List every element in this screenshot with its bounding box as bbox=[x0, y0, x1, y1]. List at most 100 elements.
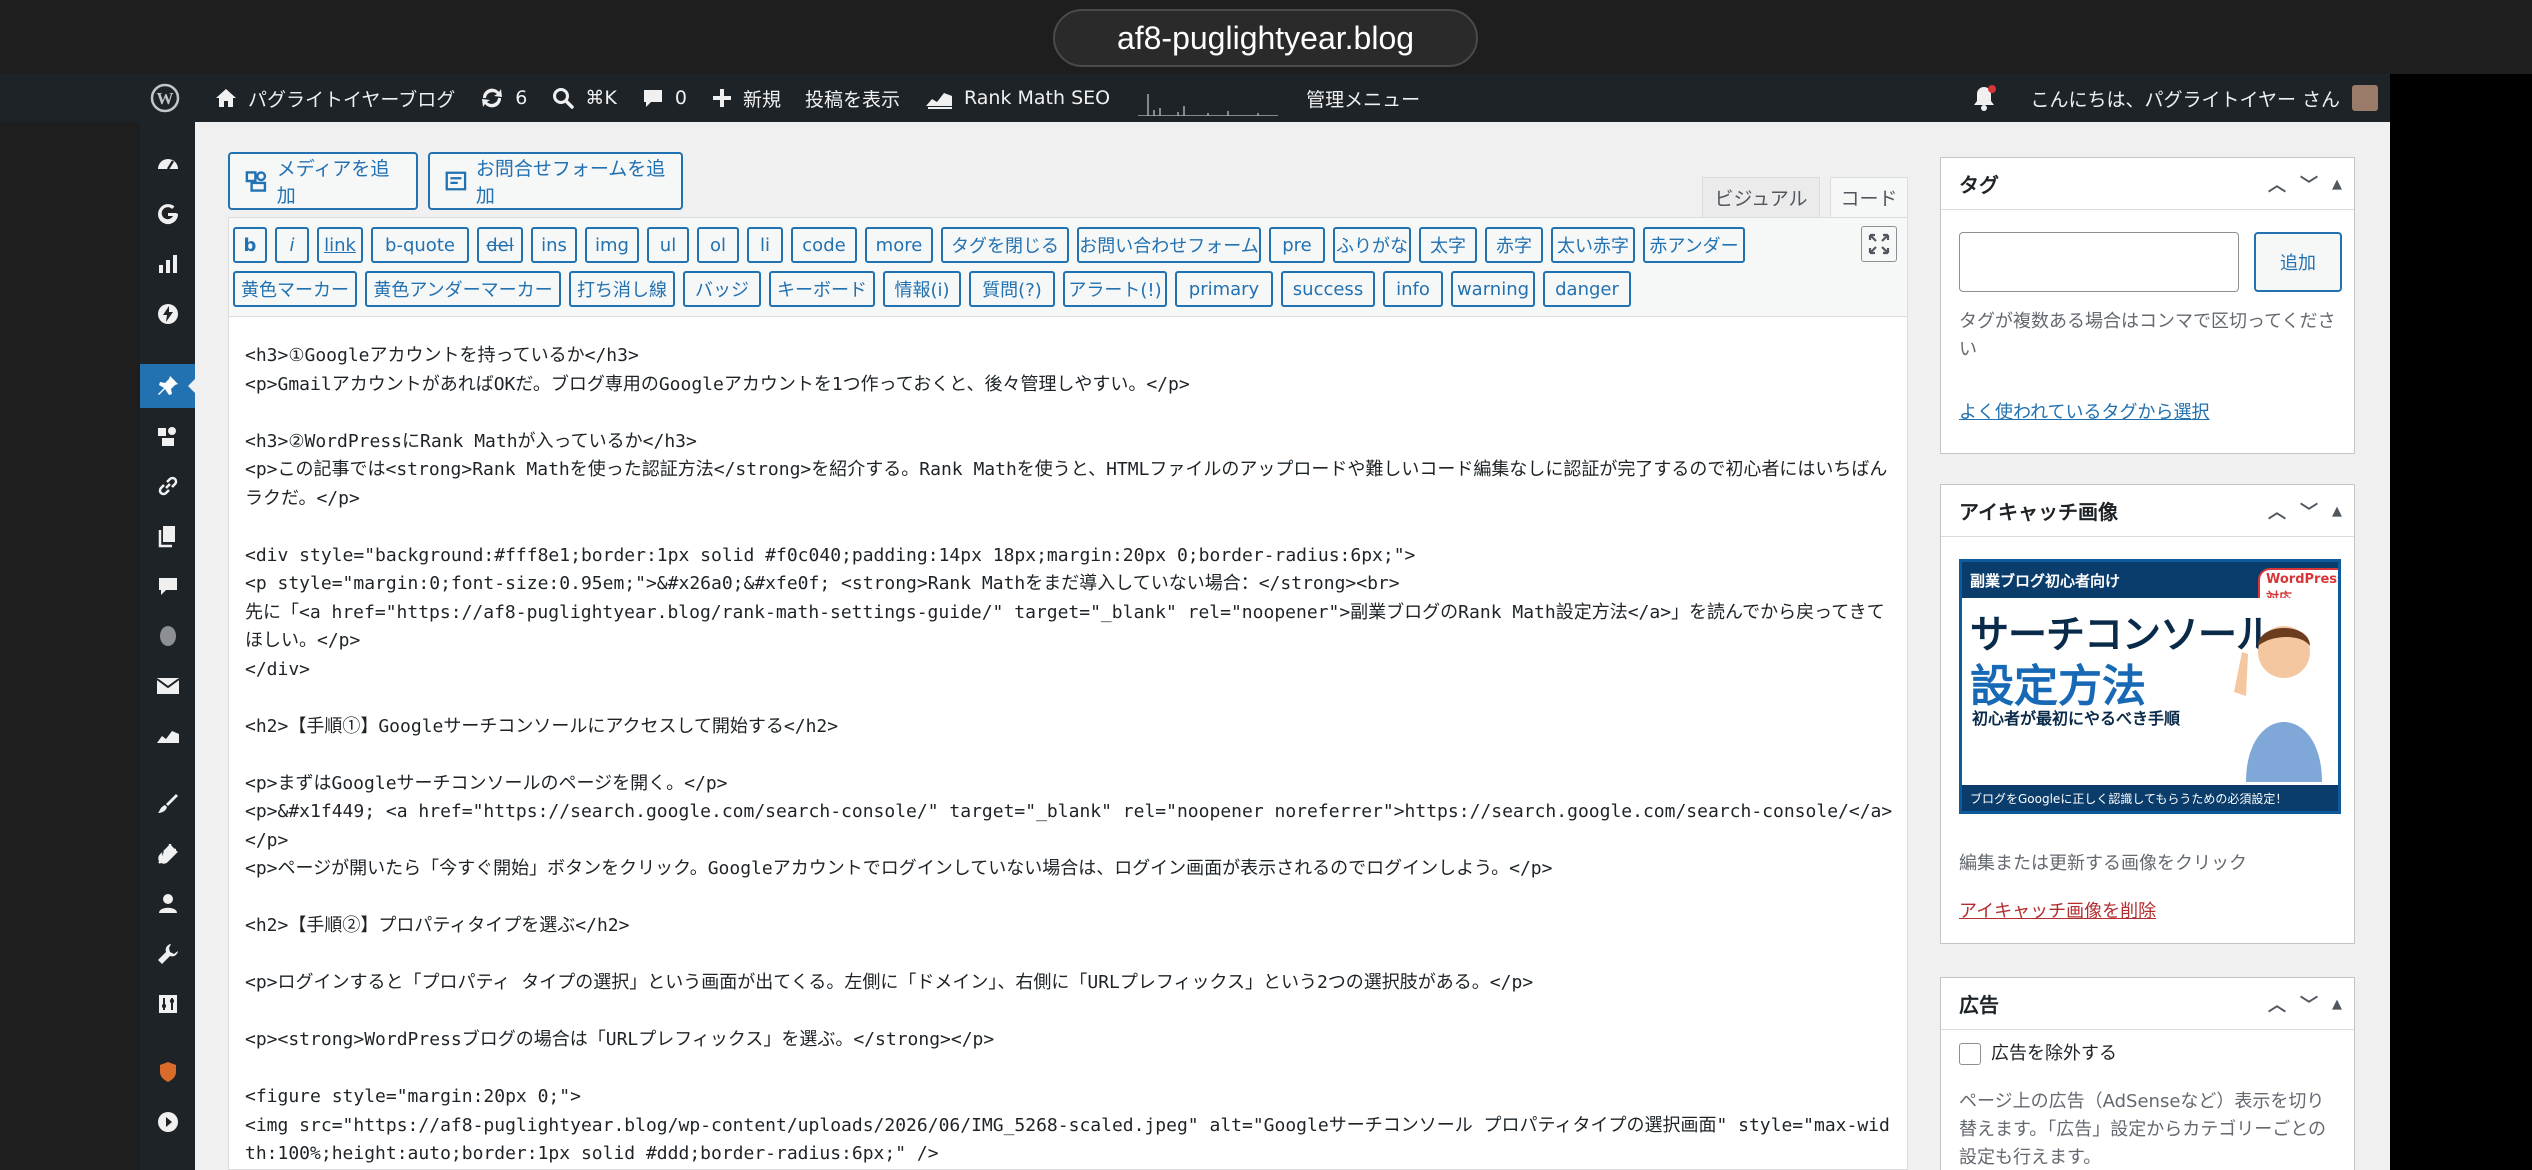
add-contact-form-button[interactable]: お問合せフォームを追加 bbox=[428, 152, 683, 210]
sidebar-item-posts[interactable] bbox=[140, 364, 196, 408]
sidebar-item-links[interactable] bbox=[140, 464, 195, 508]
quicktag-button[interactable]: ふりがな bbox=[1333, 227, 1411, 263]
sidebar-item-performance[interactable] bbox=[140, 292, 195, 336]
collapse-triangle-icon[interactable]: ▲ bbox=[2332, 504, 2342, 519]
post-html-content: <h3>①Googleアカウントを持っているか</h3> <p>Gmailアカウ… bbox=[245, 345, 1893, 1164]
quicktag-button[interactable]: 黄色マーカー bbox=[233, 271, 357, 307]
pin-icon bbox=[157, 376, 178, 395]
notifications-button[interactable] bbox=[1959, 74, 2019, 122]
collapse-triangle-icon[interactable]: ▲ bbox=[2332, 177, 2342, 192]
quicktag-button[interactable]: code bbox=[791, 227, 857, 263]
avatar bbox=[2352, 85, 2378, 111]
sidebar-item-plugins[interactable] bbox=[140, 832, 195, 876]
move-up-icon[interactable]: ︿ bbox=[2268, 991, 2286, 1017]
view-post-link[interactable]: 投稿を表示 bbox=[793, 74, 912, 122]
quicktag-button[interactable]: 赤アンダー bbox=[1643, 227, 1745, 263]
sidebar-item-comments[interactable] bbox=[140, 564, 195, 608]
fullscreen-button[interactable] bbox=[1861, 226, 1897, 262]
quicktag-button[interactable]: i bbox=[275, 227, 309, 263]
move-down-icon[interactable]: ﹀ bbox=[2300, 991, 2318, 1017]
person-illustration-icon bbox=[2234, 626, 2322, 782]
quicktag-button[interactable]: warning bbox=[1451, 271, 1535, 307]
quicktag-button[interactable]: 情報(i) bbox=[883, 271, 961, 307]
refresh-icon bbox=[482, 88, 503, 108]
quicktag-button[interactable]: b-quote bbox=[371, 227, 469, 263]
sidebar-item-settings[interactable] bbox=[140, 982, 195, 1026]
quicktag-button[interactable]: ins bbox=[531, 227, 577, 263]
sidebar-item-users[interactable] bbox=[140, 882, 195, 926]
updates-link[interactable]: 6 bbox=[467, 74, 539, 122]
quicktag-button[interactable]: img bbox=[585, 227, 639, 263]
comments-link[interactable]: 0 bbox=[629, 74, 699, 122]
quicktag-button[interactable]: b bbox=[233, 227, 267, 263]
quicktag-button[interactable]: success bbox=[1281, 271, 1375, 307]
move-down-icon[interactable]: ﹀ bbox=[2300, 171, 2318, 197]
tag-input[interactable] bbox=[1959, 232, 2239, 292]
move-up-icon[interactable]: ︿ bbox=[2268, 498, 2286, 524]
quicktag-button[interactable]: pre bbox=[1269, 227, 1325, 263]
site-name-link[interactable]: パグライトイヤーブログ bbox=[202, 74, 467, 122]
quicktag-button[interactable]: バッジ bbox=[683, 271, 761, 307]
sidebar-item-mail[interactable] bbox=[140, 664, 195, 708]
sidebar-item-tools[interactable] bbox=[140, 932, 195, 976]
sidebar-item-rank-math[interactable] bbox=[140, 714, 195, 758]
sidebar-item-dashboard[interactable] bbox=[140, 142, 195, 186]
user-account-link[interactable]: こんにちは、パグライトイヤー さん bbox=[2019, 74, 2390, 122]
sidebar-item-pages[interactable] bbox=[140, 514, 195, 558]
quicktag-button[interactable]: info bbox=[1383, 271, 1443, 307]
tag-add-button[interactable]: 追加 bbox=[2254, 232, 2342, 292]
quicktag-button[interactable]: ul bbox=[647, 227, 689, 263]
rank-math-link[interactable]: Rank Math SEO bbox=[912, 74, 1122, 122]
wordpress-logo-icon[interactable]: W bbox=[0, 74, 202, 122]
sidebar-item-media[interactable] bbox=[140, 414, 195, 458]
quicktag-button[interactable]: キーボード bbox=[769, 271, 875, 307]
quicktag-button[interactable]: 黄色アンダーマーカー bbox=[365, 271, 561, 307]
tab-visual[interactable]: ビジュアル bbox=[1702, 177, 1820, 217]
quicktag-button[interactable]: タグを閉じる bbox=[941, 227, 1069, 263]
quicktag-button[interactable]: link bbox=[317, 227, 363, 263]
sidebar-item-appearance[interactable] bbox=[140, 782, 195, 826]
sidebar-item-analytics[interactable] bbox=[140, 242, 195, 286]
admin-menu-link[interactable]: 管理メニュー bbox=[1294, 74, 1432, 122]
code-editor-textarea[interactable]: <h3>①Googleアカウントを持っているか</h3> <p>Gmailアカウ… bbox=[228, 317, 1908, 1170]
quicktag-button[interactable]: li bbox=[747, 227, 783, 263]
quicktag-button[interactable]: more bbox=[865, 227, 933, 263]
browser-toolbar: af8-puglightyear.blog bbox=[0, 0, 2532, 74]
quicktag-button[interactable]: primary bbox=[1175, 271, 1273, 307]
move-down-icon[interactable]: ﹀ bbox=[2300, 498, 2318, 524]
quicktag-button[interactable]: danger bbox=[1543, 271, 1631, 307]
quicktag-button[interactable]: 打ち消し線 bbox=[569, 271, 675, 307]
sidebar-item-security[interactable] bbox=[140, 1050, 195, 1094]
form-icon bbox=[445, 171, 467, 191]
quicktag-button[interactable]: 赤字 bbox=[1485, 227, 1543, 263]
popular-tags-link[interactable]: よく使われているタグから選択 bbox=[1959, 398, 2210, 424]
move-up-icon[interactable]: ︿ bbox=[2268, 171, 2286, 197]
window-edge bbox=[2390, 74, 2532, 1170]
play-circle-icon bbox=[157, 1112, 178, 1132]
quicktag-button[interactable]: del bbox=[477, 227, 523, 263]
rank-math-icon bbox=[925, 93, 952, 109]
add-media-button[interactable]: メディアを追加 bbox=[228, 152, 418, 210]
quicktag-button[interactable]: お問い合わせフォーム bbox=[1077, 227, 1261, 263]
admin-menu-label: 管理メニュー bbox=[1306, 88, 1421, 111]
url-bar[interactable]: af8-puglightyear.blog bbox=[1053, 9, 1478, 67]
remove-featured-image-link[interactable]: アイキャッチ画像を削除 bbox=[1959, 897, 2156, 923]
add-media-label: メディアを追加 bbox=[276, 158, 390, 207]
collapse-triangle-icon[interactable]: ▲ bbox=[2332, 997, 2342, 1012]
quicktag-button[interactable]: アラート(!) bbox=[1063, 271, 1167, 307]
exclude-ads-checkbox[interactable] bbox=[1959, 1043, 1981, 1065]
command-search[interactable]: ⌘K bbox=[539, 74, 628, 122]
quicktag-button[interactable]: 太い赤字 bbox=[1551, 227, 1635, 263]
sidebar-item-google[interactable] bbox=[140, 192, 195, 236]
tab-code[interactable]: コード bbox=[1830, 177, 1908, 217]
new-content-link[interactable]: 新規 bbox=[699, 74, 793, 122]
quicktag-button[interactable]: 質問(?) bbox=[969, 271, 1055, 307]
fullscreen-icon bbox=[1868, 233, 1890, 255]
featured-image-thumbnail[interactable]: 副業ブログ初心者向け WordPress対応 サーチコンソール 設定方法 初心者… bbox=[1959, 559, 2341, 814]
settings-sliders-icon bbox=[158, 995, 177, 1013]
sidebar-item-collapse[interactable] bbox=[140, 1100, 195, 1144]
bolt-icon bbox=[157, 304, 178, 324]
quicktag-button[interactable]: 太字 bbox=[1419, 227, 1477, 263]
sidebar-item-plugin-a[interactable] bbox=[140, 614, 195, 658]
quicktag-button[interactable]: ol bbox=[697, 227, 739, 263]
